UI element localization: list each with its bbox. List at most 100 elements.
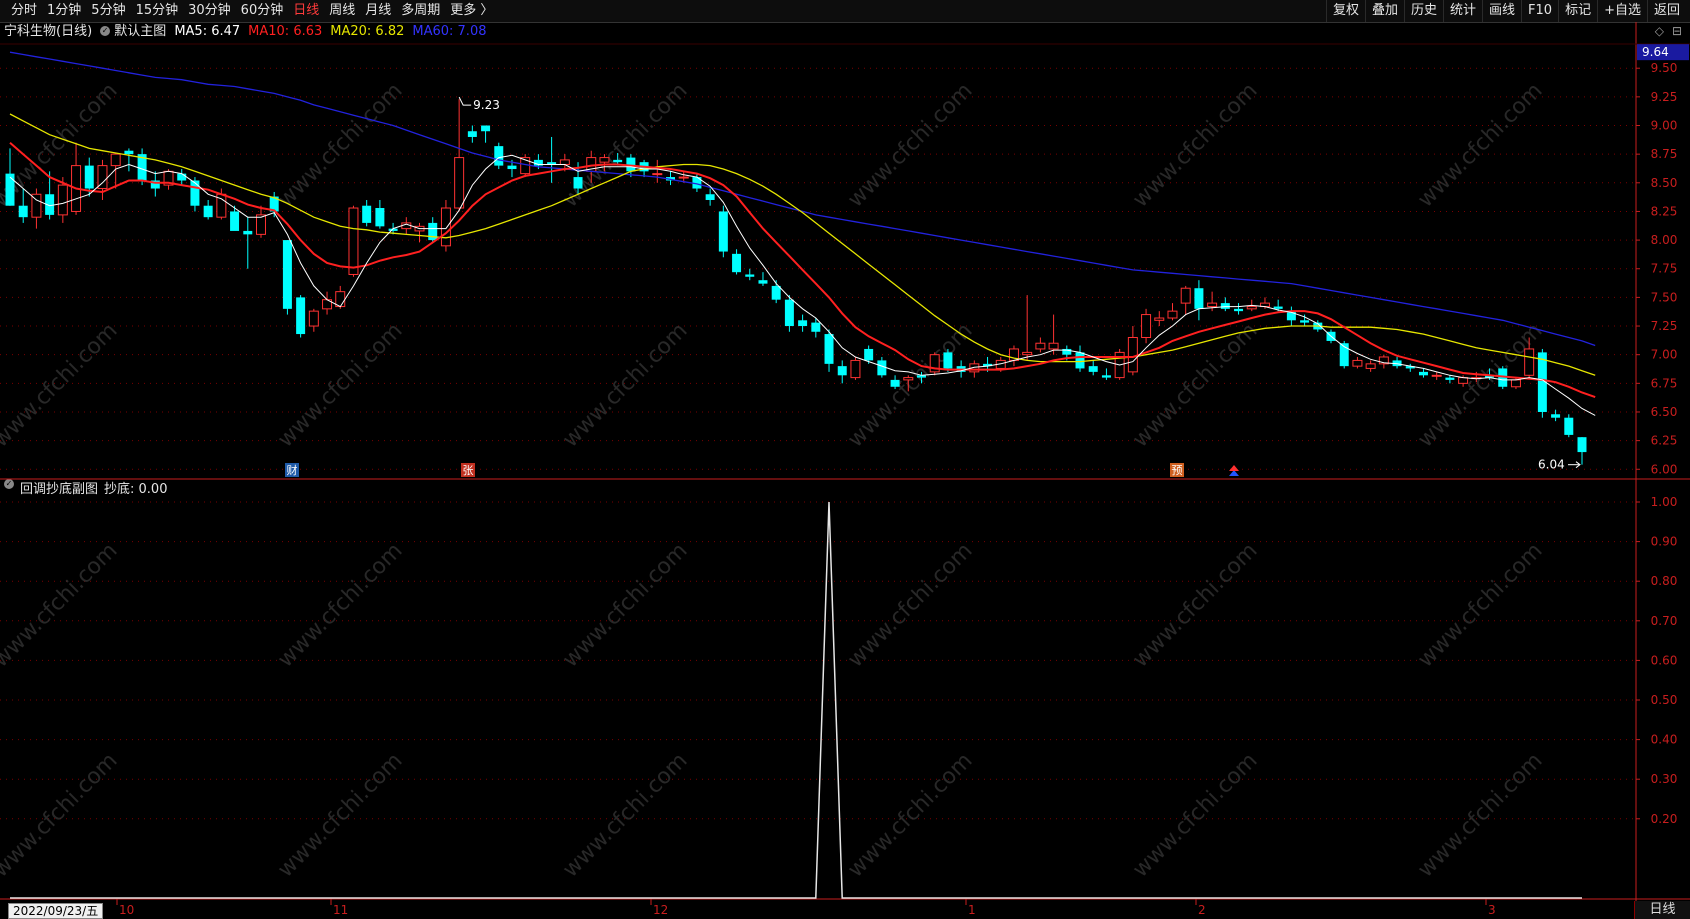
price-label: 7.75 bbox=[1651, 262, 1678, 276]
candle-body-down bbox=[243, 230, 253, 235]
indicator-line bbox=[10, 501, 1582, 899]
candle-body-down bbox=[732, 253, 742, 273]
price-label: 6.75 bbox=[1651, 376, 1678, 390]
watermark-text: www.cfchi.com bbox=[1128, 318, 1262, 452]
watermark-text: www.cfchi.com bbox=[0, 748, 123, 882]
price-label: 8.50 bbox=[1651, 176, 1678, 190]
current-price-label: 9.64 bbox=[1642, 45, 1669, 59]
candle-body-up bbox=[1365, 363, 1376, 369]
price-label: 6.00 bbox=[1651, 462, 1678, 476]
candle-body-up bbox=[559, 159, 570, 165]
candle-body-down bbox=[837, 366, 847, 376]
watermark-text: www.cfchi.com bbox=[843, 78, 977, 212]
candle-body-up bbox=[1167, 310, 1178, 319]
candle-body-down bbox=[877, 360, 887, 376]
kline-chart[interactable]: 9.50 9.25 9.00 8.75 8.50 8.25 8.00 7.75 7.50 7.25… bbox=[0, 0, 1690, 919]
event-marker-blue: 财 bbox=[287, 463, 298, 477]
watermark-text: www.cfchi.com bbox=[558, 538, 692, 672]
candle-body-up bbox=[903, 377, 914, 381]
sub-label: 1.00 bbox=[1651, 495, 1678, 509]
candle-body-up bbox=[440, 207, 451, 247]
candle-body-up bbox=[652, 173, 663, 176]
watermark-text: www.cfchi.com bbox=[1128, 78, 1262, 212]
time-label: 12 bbox=[653, 903, 668, 917]
watermark-text: www.cfchi.com bbox=[1128, 748, 1262, 882]
candle-body-up bbox=[454, 157, 465, 209]
high-marker bbox=[458, 96, 472, 106]
candle-body-up bbox=[110, 153, 121, 167]
candle-body-up bbox=[308, 310, 319, 327]
candle-body-down bbox=[1194, 288, 1204, 309]
candle-body-up bbox=[1431, 374, 1442, 377]
candle-body-up bbox=[1141, 314, 1152, 338]
price-label: 7.25 bbox=[1651, 319, 1678, 333]
candle-body-down bbox=[124, 150, 134, 155]
bottom-period-tab[interactable]: 日线 bbox=[1634, 901, 1690, 919]
crosshair-date: 2022/09/23/五 bbox=[8, 903, 104, 919]
candle-body-down bbox=[613, 159, 623, 163]
candle-body-down bbox=[5, 173, 15, 206]
candle-body-down bbox=[705, 194, 715, 200]
watermark-text: www.cfchi.com bbox=[273, 538, 407, 672]
watermark-text: www.cfchi.com bbox=[1413, 748, 1547, 882]
sub-label: 0.20 bbox=[1651, 812, 1678, 826]
event-marker-red: 张 bbox=[463, 464, 474, 477]
sub-label: 0.70 bbox=[1651, 614, 1678, 628]
time-label: 10 bbox=[119, 903, 134, 917]
event-marker-orange: 预 bbox=[1172, 464, 1183, 477]
watermark-text: www.cfchi.com bbox=[1413, 538, 1547, 672]
candle-body-down bbox=[771, 285, 781, 300]
price-label: 7.00 bbox=[1651, 348, 1678, 362]
candle-body-down bbox=[798, 320, 808, 327]
candle-body-up bbox=[850, 359, 861, 379]
candle-body-down bbox=[573, 177, 583, 189]
candle-body-up bbox=[1352, 359, 1363, 367]
candle-body-down bbox=[230, 211, 240, 231]
watermark-text: www.cfchi.com bbox=[843, 538, 977, 672]
watermark-text: www.cfchi.com bbox=[558, 318, 692, 452]
candle-body-down bbox=[811, 322, 821, 332]
price-label: 7.50 bbox=[1651, 290, 1678, 304]
time-label: 11 bbox=[333, 903, 348, 917]
candle-body-down bbox=[481, 125, 491, 132]
watermark-text: www.cfchi.com bbox=[1413, 78, 1547, 212]
time-label: 1 bbox=[968, 903, 976, 917]
price-label: 6.50 bbox=[1651, 405, 1678, 419]
watermark-text: www.cfchi.com bbox=[0, 538, 123, 672]
candle-body-up bbox=[1207, 302, 1218, 308]
sub-label: 0.60 bbox=[1651, 653, 1678, 667]
event-marker-triangle-icon bbox=[1229, 465, 1239, 471]
ma60-line bbox=[9, 51, 1596, 347]
sub-label: 0.30 bbox=[1651, 772, 1678, 786]
candle-body-up bbox=[1246, 306, 1257, 310]
watermark-text: www.cfchi.com bbox=[0, 318, 123, 452]
candle-body-down bbox=[18, 205, 28, 218]
watermark-text: www.cfchi.com bbox=[1413, 318, 1547, 452]
low-label: 6.04 bbox=[1538, 458, 1565, 472]
sub-label: 0.40 bbox=[1651, 733, 1678, 747]
watermark-text: www.cfchi.com bbox=[843, 318, 977, 452]
price-label: 6.25 bbox=[1651, 434, 1678, 448]
candle-body-down bbox=[718, 211, 728, 252]
candle-body-down bbox=[1564, 417, 1574, 435]
candle-body-up bbox=[348, 207, 359, 275]
price-label: 9.00 bbox=[1651, 119, 1678, 133]
candle-body-down bbox=[890, 379, 900, 387]
candle-body-down bbox=[1101, 375, 1111, 378]
candle-body-down bbox=[745, 274, 755, 277]
price-label: 8.00 bbox=[1651, 233, 1678, 247]
watermark-text: www.cfchi.com bbox=[273, 318, 407, 452]
candle-body-up bbox=[1127, 336, 1138, 373]
ma5-line bbox=[9, 154, 1596, 416]
candle-body-up bbox=[1510, 379, 1521, 388]
candle-body-up bbox=[256, 214, 266, 235]
candle-body-down bbox=[362, 205, 372, 223]
watermark-text: www.cfchi.com bbox=[558, 748, 692, 882]
candle-body-down bbox=[1088, 366, 1098, 372]
price-label: 9.25 bbox=[1651, 90, 1678, 104]
candle-body-down bbox=[1220, 303, 1230, 309]
sub-label: 0.50 bbox=[1651, 693, 1678, 707]
time-label: 2 bbox=[1198, 903, 1206, 917]
candle-body-down bbox=[190, 180, 200, 206]
candle-body-up bbox=[1524, 348, 1535, 376]
